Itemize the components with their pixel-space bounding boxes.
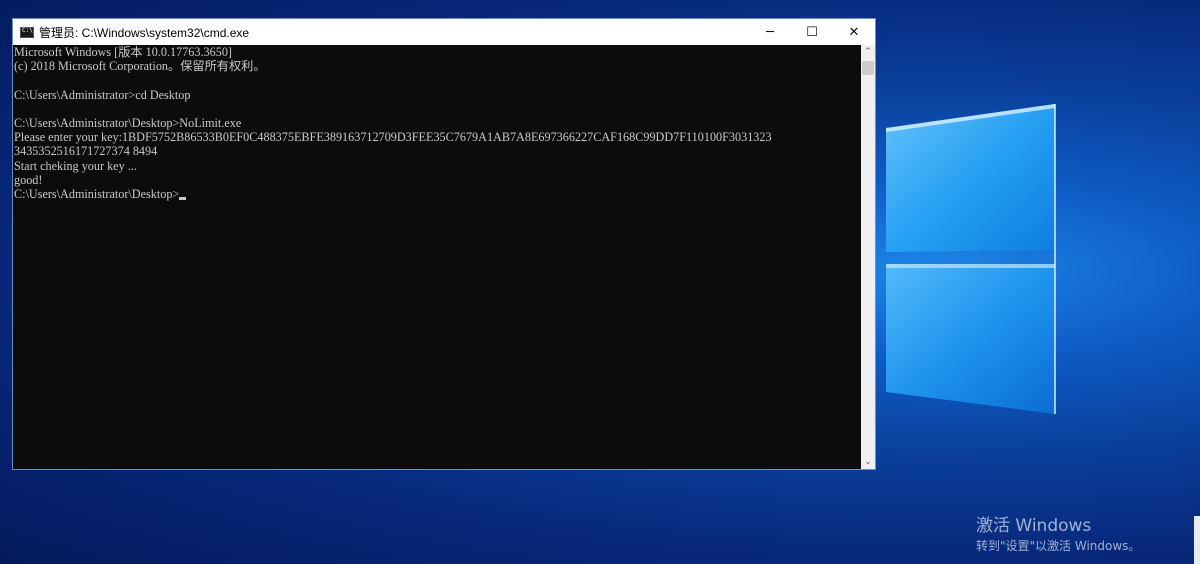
scroll-up-icon[interactable]: ⌃	[861, 45, 875, 59]
maximize-button[interactable]: ☐	[791, 19, 833, 45]
console-line: (c) 2018 Microsoft Corporation。保留所有权利。	[14, 59, 266, 74]
activate-windows-watermark: 激活 Windows 转到"设置"以激活 Windows。	[976, 516, 1140, 554]
windows-logo-wallpaper	[886, 104, 1056, 414]
console-line: Microsoft Windows [版本 10.0.17763.3650]	[14, 45, 232, 59]
window-controls: ─ ☐ ✕	[749, 19, 875, 45]
watermark-title: 激活 Windows	[976, 516, 1092, 536]
console-line: Please enter your key:1BDF5752B86533B0EF…	[14, 130, 772, 145]
watermark-subtitle: 转到"设置"以激活 Windows。	[976, 539, 1141, 553]
scroll-down-icon[interactable]: ⌄	[861, 455, 875, 469]
vertical-scrollbar[interactable]: ⌃ ⌄	[861, 45, 875, 469]
cmd-window[interactable]: 管理员: C:\Windows\system32\cmd.exe ─ ☐ ✕ M…	[12, 18, 876, 470]
console-line: good!	[14, 172, 43, 187]
close-button[interactable]: ✕	[833, 19, 875, 45]
text-cursor	[179, 197, 187, 201]
console-text: Microsoft Windows [版本 10.0.17763.3650] (…	[13, 45, 861, 201]
screen-edge-strip	[1194, 516, 1200, 564]
window-title: 管理员: C:\Windows\system32\cmd.exe	[39, 25, 250, 40]
console-line: Start cheking your key ...	[14, 158, 137, 173]
console-line: 3435352516171727374 8494	[14, 144, 158, 159]
title-bar[interactable]: 管理员: C:\Windows\system32\cmd.exe ─ ☐ ✕	[13, 19, 875, 45]
cmd-icon	[20, 26, 34, 38]
console-output[interactable]: Microsoft Windows [版本 10.0.17763.3650] (…	[13, 45, 861, 469]
console-line: C:\Users\Administrator>cd Desktop	[14, 87, 191, 102]
scroll-thumb[interactable]	[862, 61, 874, 75]
console-line: C:\Users\Administrator\Desktop>NoLimit.e…	[14, 116, 242, 131]
command-prompt: C:\Users\Administrator\Desktop>	[14, 187, 180, 202]
minimize-button[interactable]: ─	[749, 19, 791, 45]
